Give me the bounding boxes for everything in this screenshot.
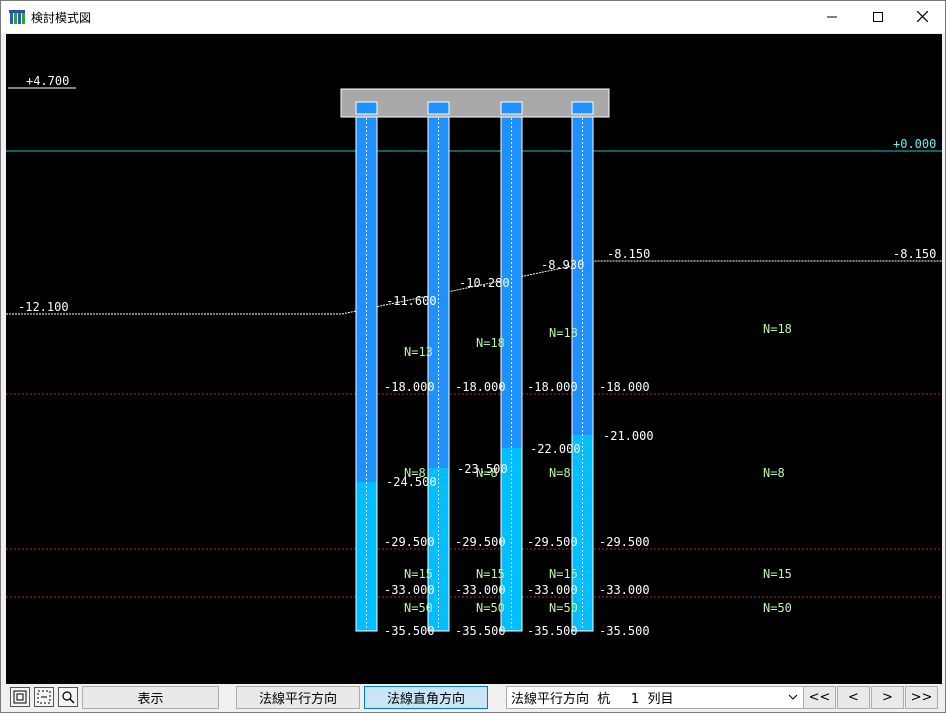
zoom-fit-button[interactable]	[10, 687, 30, 707]
left-ground-label: -12.100	[18, 300, 69, 314]
zoom-magnifier-icon	[62, 691, 75, 704]
last-button[interactable]: >>	[905, 686, 938, 709]
layer-depth-label: -33.000	[455, 583, 506, 597]
layer-depth-label: -29.500	[599, 535, 650, 549]
pile-tip-label: -35.500	[527, 624, 578, 638]
layer-depth-label: -29.500	[455, 535, 506, 549]
pile-3	[500, 101, 523, 632]
app-window: 検討模式図 +4.700 -12.100 +0.000 -8.150 -11.6…	[0, 0, 946, 713]
pile-change-label: -21.000	[603, 429, 654, 443]
first-button[interactable]: <<	[803, 686, 836, 709]
app-icon	[9, 9, 25, 24]
n-value-label: N=15	[549, 567, 578, 581]
profile-label: -10.280	[459, 276, 510, 290]
pile-tip-label: -35.500	[384, 624, 435, 638]
profile-label: -11.600	[386, 294, 437, 308]
zoom-area-button[interactable]	[34, 687, 54, 707]
layer-depth-label: -18.000	[599, 380, 650, 394]
n-value-label: N=8	[476, 466, 498, 480]
maximize-button[interactable]	[855, 1, 901, 32]
pile-tip-label: -35.500	[455, 624, 506, 638]
n-value-label: N=18	[763, 322, 792, 336]
water-level-label: +0.000	[893, 137, 936, 151]
layer-depth-label: -33.000	[599, 583, 650, 597]
right-ground-label: -8.150	[893, 247, 936, 261]
chevron-down-icon	[788, 694, 798, 700]
maximize-icon	[873, 11, 883, 22]
close-button[interactable]	[899, 1, 945, 32]
layer-depth-label: -33.000	[527, 583, 578, 597]
title-bar: 検討模式図	[1, 1, 945, 33]
n-value-label: N=8	[549, 466, 571, 480]
pile-change-label: -22.000	[530, 442, 581, 456]
layer-depth-label: -18.000	[384, 380, 435, 394]
profile-label: -8.150	[607, 247, 650, 261]
pile-cap	[340, 88, 610, 118]
zoom-magnifier-button[interactable]	[58, 687, 78, 707]
n-value-label: N=50	[476, 601, 505, 615]
n-value-label: N=15	[404, 567, 433, 581]
n-value-label: N=18	[549, 326, 578, 340]
display-button[interactable]: 表示	[82, 686, 219, 709]
profile-label: -8.930	[541, 258, 584, 272]
next-button[interactable]: >	[871, 686, 904, 709]
pile-2	[427, 101, 450, 632]
n-value-label: N=18	[476, 336, 505, 350]
layer-depth-label: -18.000	[455, 380, 506, 394]
zoom-fit-icon	[13, 690, 27, 704]
zoom-area-icon	[37, 690, 51, 704]
top-level-label: +4.700	[26, 74, 69, 88]
n-value-label: N=50	[763, 601, 792, 615]
n-value-label: N=8	[404, 466, 426, 480]
n-value-label: N=13	[404, 345, 433, 359]
drawing-canvas[interactable]: +4.700 -12.100 +0.000 -8.150 -11.600 -10…	[6, 34, 942, 684]
minimize-button[interactable]	[809, 1, 855, 32]
pile-tip-label: -35.500	[599, 624, 650, 638]
layer-depth-label: -18.000	[527, 380, 578, 394]
pile-row-select-value: 法線平行方向 杭 1 列目	[511, 692, 674, 707]
pile-row-select[interactable]: 法線平行方向 杭 1 列目	[506, 686, 804, 709]
layer-depth-label: -29.500	[384, 535, 435, 549]
pile-1	[355, 101, 378, 632]
window-title: 検討模式図	[31, 11, 92, 25]
previous-button[interactable]: <	[837, 686, 870, 709]
minimize-icon	[827, 16, 837, 17]
layer-depth-label: -29.500	[527, 535, 578, 549]
n-value-label: N=8	[763, 466, 785, 480]
parallel-direction-button[interactable]: 法線平行方向	[236, 686, 360, 709]
n-value-label: N=50	[549, 601, 578, 615]
n-value-label: N=15	[763, 567, 792, 581]
perpendicular-direction-button[interactable]: 法線直角方向	[364, 686, 488, 709]
layer-depth-label: -33.000	[384, 583, 435, 597]
n-value-label: N=50	[404, 601, 433, 615]
bottom-toolbar: 表示 法線平行方向 法線直角方向 法線平行方向 杭 1 列目 << < > >>	[6, 685, 942, 711]
n-value-label: N=15	[476, 567, 505, 581]
close-icon	[916, 11, 928, 22]
pile-4	[571, 101, 594, 632]
